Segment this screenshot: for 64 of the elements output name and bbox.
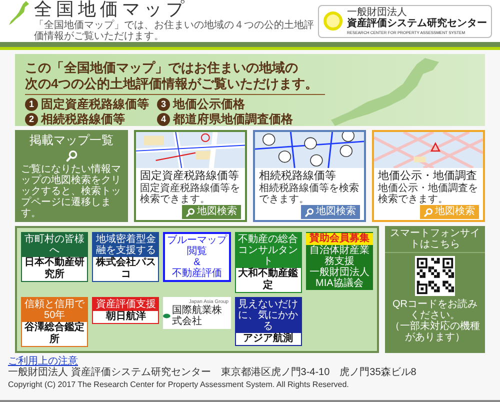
map-card-description: 相続税路線価等を検索できます。 [259,183,360,205]
map-search-button[interactable]: 地図検索 [301,205,360,219]
sponsor-name: 日本不動産研究所 [24,257,86,281]
map-list-description: ご覧になりたい情報マップの地図検索をクリックすると、検索トップページに遷移します。 [21,164,122,219]
qr-code [415,256,455,296]
info-type-label: 都道府県地価調査価格 [173,112,293,126]
sponsor-text: 不動産評価 [172,268,222,279]
sponsor-banner[interactable]: 賛助会員募集 自治体財産業務支援 一般財団法人MIA協議会 [306,232,373,290]
search-icon [424,208,433,216]
qr-note: QRコードをお読みください。 [392,299,478,321]
sponsor-text: 賛助会員募集 [306,233,373,245]
map-card-description: 固定資産税路線価等を検索できます。 [140,183,241,205]
sponsor-tagline: 資産評価支援 [93,298,158,311]
sponsor-name: 朝日航洋 [104,311,147,323]
smartphone-title: スマートフォンサイトはこちら [385,226,485,253]
search-icon [305,208,314,216]
sponsor-name: 大和不動産鑑定 [237,268,300,292]
map-search-button[interactable]: 地図検索 [182,205,241,219]
copyright: Copyright (C) 2017 The Research Center for Property Assessment System. All Rights Reserved. [8,379,349,390]
japan-map-icon [8,0,30,26]
sponsor-name: アジア航測 [242,333,294,345]
sponsor-banner[interactable]: 地域密着型金融を支援する 株式会社パスコ [92,232,160,282]
intro-text: この「全国地価マップ」ではお住まいの地域の [25,60,299,76]
sponsor-banner[interactable]: 見えないだけに、気にかかる アジア航測 [234,297,302,346]
sponsor-banner[interactable]: 信頼と信用で50年 谷澤総合鑑定所 [21,297,88,347]
site-subtitle: 「全国地価マップ」では、お住まいの地域の４つの公的土地評価情報がご覧いただけます。 [34,20,314,42]
site-title: 全国地価マップ [34,0,189,20]
sponsor-name: 株式会社パスコ [94,257,157,281]
sponsor-banner[interactable]: 市町村の皆様へ 日本不動産研究所 [21,232,88,282]
map-card-title: 地価公示・地価調査 [378,170,478,182]
org-prefix: 一般財団法人 [347,8,408,18]
map-card-title: 相続税路線価等 [259,170,337,182]
sponsor-text: 一般財団法人MIA協議会 [308,267,370,289]
number-badge: 4 [157,112,170,126]
sponsor-tagline: 地域密着型金融を支援する [93,233,158,257]
org-name: 資産評価システム研究センター [347,18,487,30]
sponsor-name: 国際航業株式会社 [172,305,223,327]
map-card-description: 地価公示・地価調査を検索できます。 [378,183,479,205]
sponsor-banner[interactable]: 不動産の総合コンサルタント 大和不動産鑑定 [234,232,302,293]
number-badge: 3 [157,98,170,110]
qr-note: （一部未対応の機種があります） [389,321,481,343]
info-type-label: 相続税路線価等 [41,112,125,126]
map-list-title: 掲載マップ一覧 [30,133,114,148]
sponsor-banner[interactable]: 資産評価支援 朝日航洋 [92,297,160,324]
info-type-label: 固定資産税路線価等 [41,97,149,111]
intro-text: 次の4つの公的土地評価情報がご覧いただけます。 [25,76,320,92]
sponsor-tagline: 信頼と信用で50年 [22,298,88,322]
info-type-label: 地価公示価格 [173,97,245,111]
sponsor-tagline: 見えないだけに、気にかかる [236,298,301,333]
sponsor-banner[interactable]: ブルーマップ閲覧 & 不動産評価 [163,232,231,282]
ring-icon [323,11,343,31]
footer-address: 一般財団法人 資産評価システム研究センター 東京都港区虎ノ門3-4-10 虎ノ門35森ビル8 [8,367,416,379]
map-list-card[interactable]: 掲載マップ一覧 ご覧になりたい情報マップの地図検索をクリックすると、検索トップページに遷移します。 [15,130,128,222]
map-card-title: 固定資産税路線価等 [140,170,240,182]
number-badge: 2 [25,112,38,126]
sponsor-tagline: 市町村の皆様へ [22,233,88,257]
sponsor-text: 自治体財産業務支援 [308,245,370,267]
sponsor-name: 谷澤総合鑑定所 [24,322,86,346]
sponsor-text: ブルーマップ閲覧 [166,235,228,257]
terms-link[interactable]: ご利用上の注意 [8,356,78,367]
sponsor-tagline: 不動産の総合コンサルタント [236,233,301,268]
search-icon [186,208,195,216]
number-badge: 1 [25,98,38,110]
sponsor-text: & [194,257,200,268]
